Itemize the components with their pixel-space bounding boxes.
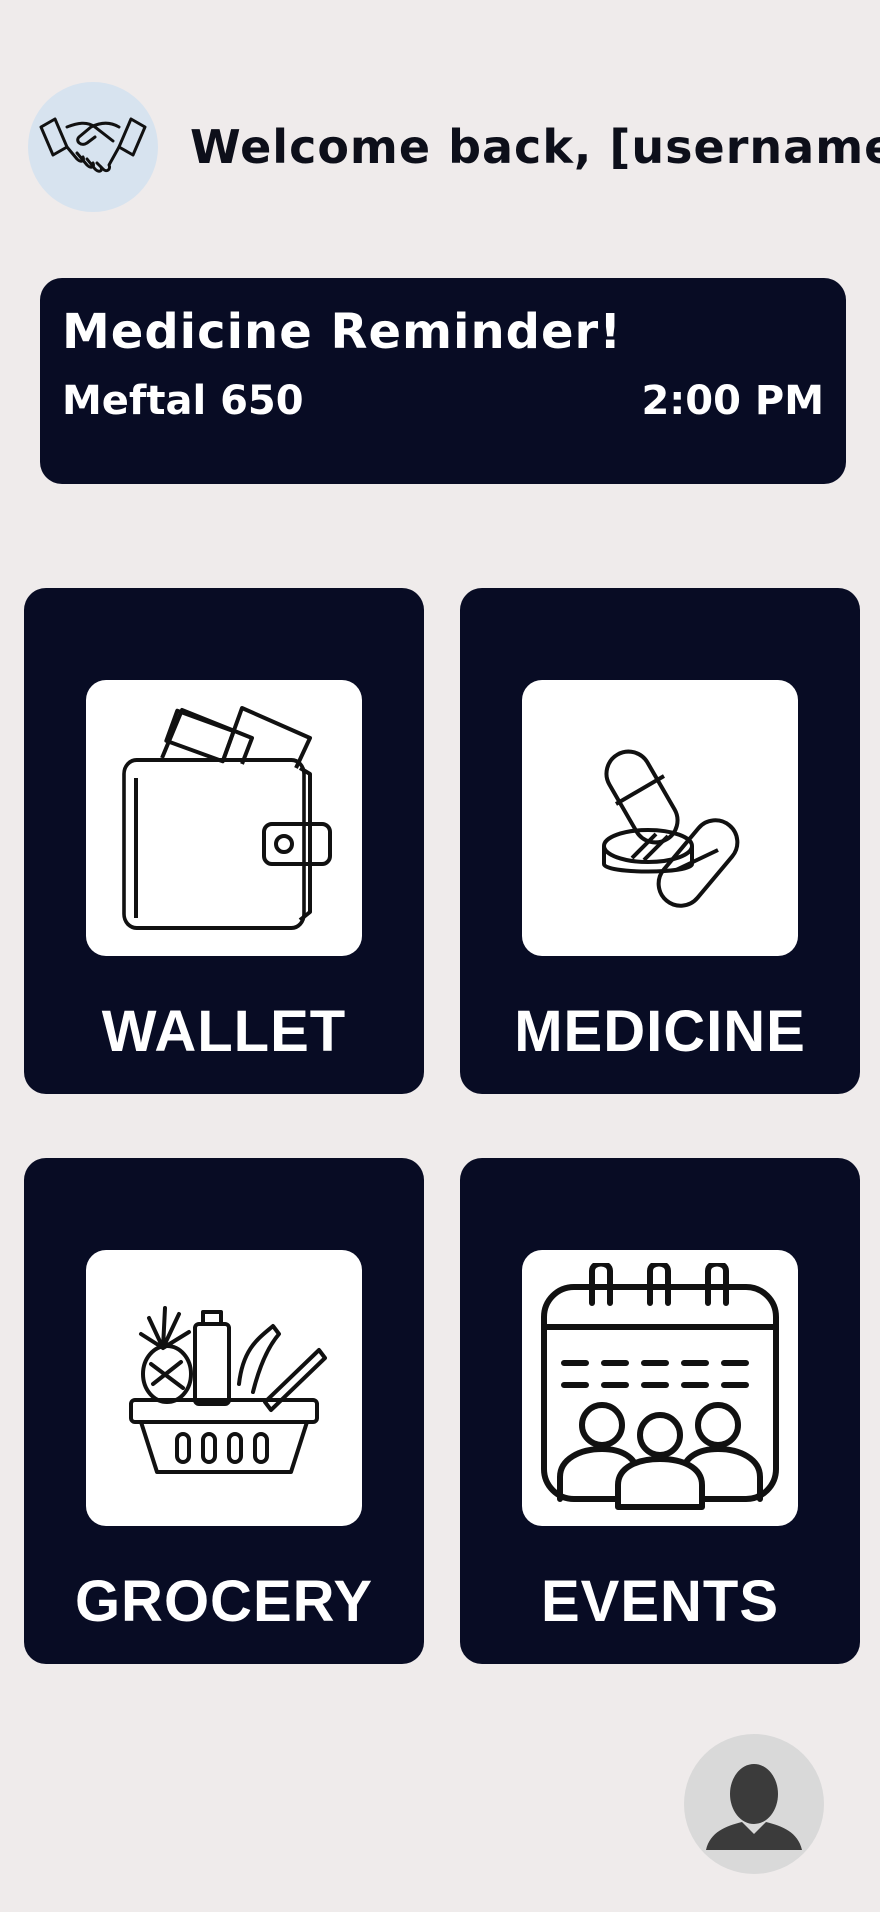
wallet-icon [122, 706, 332, 930]
events-icon-box [522, 1250, 798, 1526]
medicine-reminder-card[interactable]: Medicine Reminder! Meftal 650 2:00 PM [40, 278, 846, 484]
reminder-medicine-name: Meftal 650 [62, 378, 304, 424]
wallet-icon-box [86, 680, 362, 956]
events-tile[interactable]: EVENTS [460, 1158, 860, 1664]
reminder-time: 2:00 PM [641, 378, 824, 424]
grocery-basket-icon [129, 1306, 327, 1474]
calendar-people-icon [541, 1263, 779, 1510]
welcome-message: Welcome back, [username] [190, 120, 880, 174]
wallet-tile[interactable]: WALLET [24, 588, 424, 1094]
grocery-tile[interactable]: GROCERY [24, 1158, 424, 1664]
reminder-title: Medicine Reminder! [62, 304, 623, 360]
handshake-logo [28, 82, 158, 212]
grocery-icon-box [86, 1250, 362, 1526]
pills-icon [602, 749, 740, 908]
medicine-tile[interactable]: MEDICINE [460, 588, 860, 1094]
profile-button[interactable] [684, 1734, 824, 1874]
grocery-label: GROCERY [74, 1569, 374, 1634]
wallet-label: WALLET [101, 999, 347, 1064]
medicine-icon-box [522, 680, 798, 956]
medicine-label: MEDICINE [514, 999, 806, 1064]
handshake-icon [39, 117, 147, 173]
events-label: EVENTS [540, 1569, 780, 1634]
user-avatar-icon [706, 1764, 802, 1850]
